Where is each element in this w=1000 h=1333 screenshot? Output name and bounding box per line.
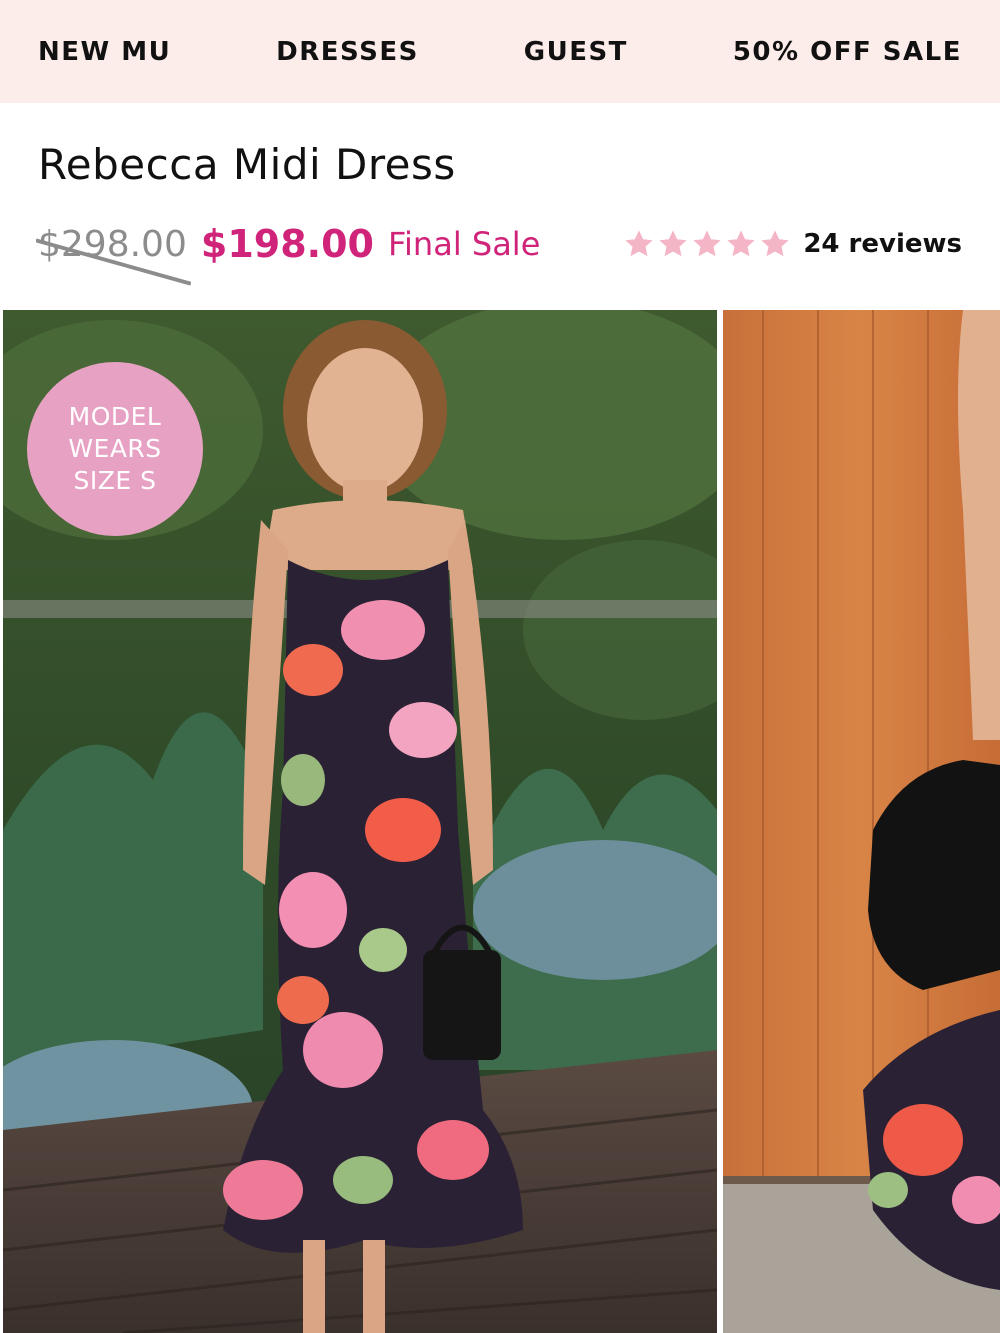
- final-sale-label: Final Sale: [387, 225, 541, 263]
- star-icon: [693, 230, 721, 257]
- nav-item-sale[interactable]: 50% OFF SALE: [733, 37, 962, 67]
- reviews-link[interactable]: 24 reviews: [803, 229, 962, 259]
- star-rating: [623, 228, 791, 260]
- strikethrough-line: [36, 238, 191, 286]
- star-icon: [761, 230, 789, 257]
- top-navigation: NEW MU DRESSES GUEST 50% OFF SALE: [0, 0, 1000, 103]
- product-image-gallery[interactable]: MODEL WEARS SIZE S: [0, 310, 1000, 1333]
- model-size-badge-text: MODEL WEARS SIZE S: [68, 402, 162, 495]
- original-price: $298.00: [36, 224, 191, 286]
- nav-item-guest[interactable]: GUEST: [524, 37, 628, 67]
- rating-summary[interactable]: 24 reviews: [623, 228, 962, 260]
- nav-item-dresses[interactable]: DRESSES: [276, 37, 419, 67]
- product-photo-main[interactable]: MODEL WEARS SIZE S: [3, 310, 717, 1333]
- product-title: Rebecca Midi Dress: [38, 140, 456, 189]
- star-icon: [727, 230, 755, 257]
- star-icon: [659, 230, 687, 257]
- nav-item-new[interactable]: NEW MU: [38, 37, 171, 67]
- sale-price: $198.00: [200, 222, 374, 266]
- star-icon: [625, 230, 653, 257]
- price-row: $298.00 $198.00 Final Sale 24 reviews: [36, 218, 962, 286]
- model-size-badge: MODEL WEARS SIZE S: [27, 362, 203, 536]
- product-photo-secondary[interactable]: [723, 310, 1000, 1333]
- model-photo-wood-wall-image: [723, 310, 1000, 1333]
